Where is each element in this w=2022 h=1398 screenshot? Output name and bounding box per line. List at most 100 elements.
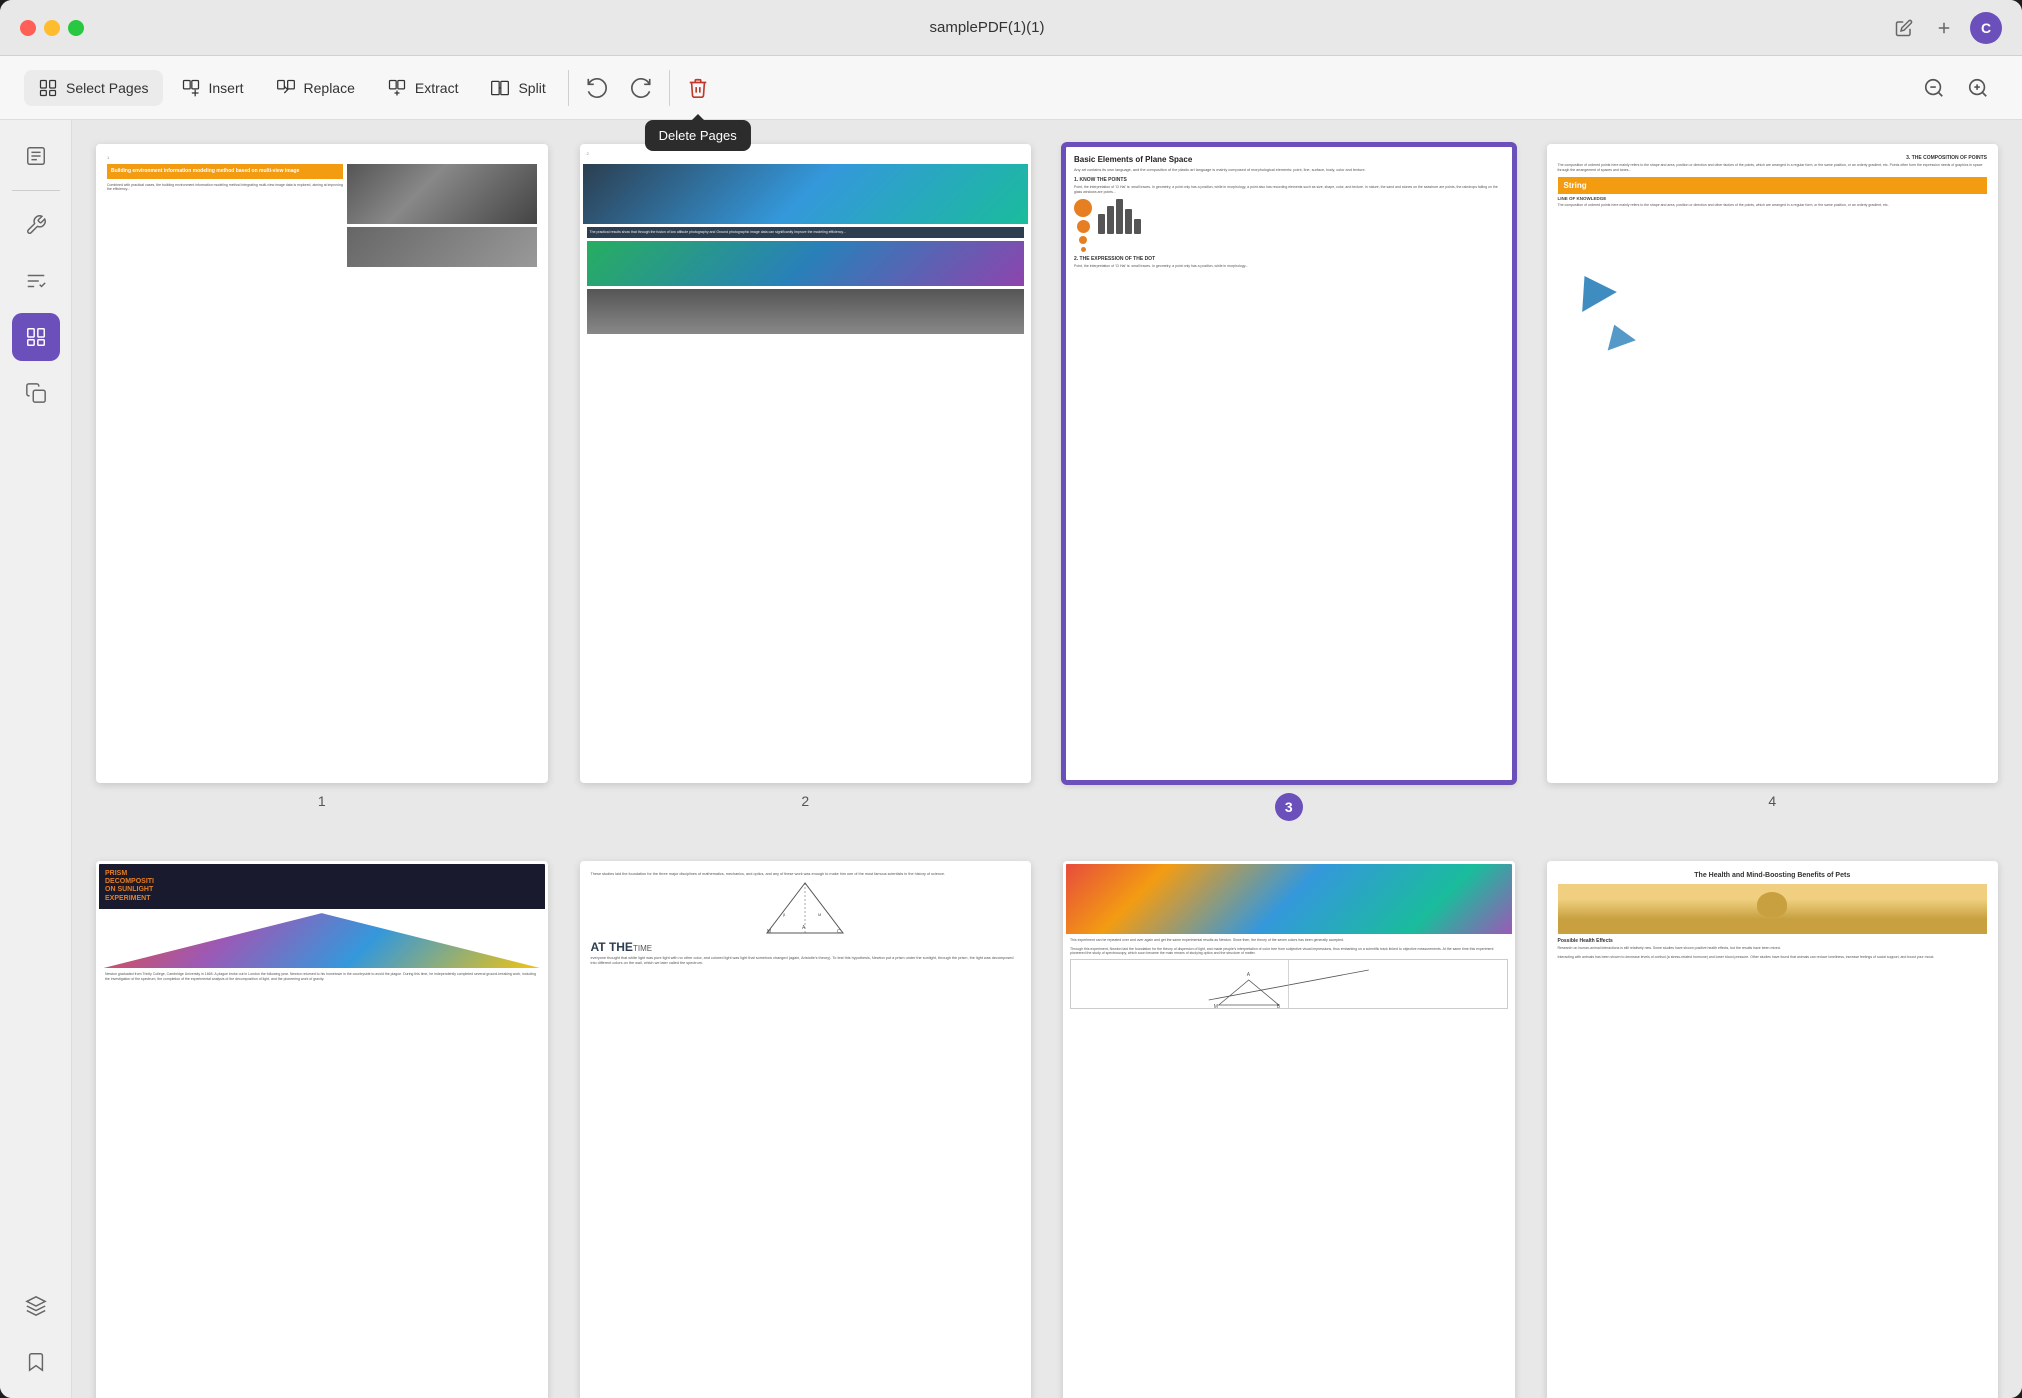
page-item-1[interactable]: 1 Building environment information model… [96,144,548,821]
page4-orange-title: String [1558,177,1988,194]
page-number-4: 4 [1768,793,1776,809]
page2-inner: 2 The practical results show that throug… [583,147,1029,780]
page-item-4[interactable]: 3. THE COMPOSITION OF POINTS The composi… [1547,144,1999,821]
insert-button[interactable]: Insert [167,70,258,106]
page-number-badge-3: 3 [1275,793,1303,821]
page7-text1: This experiment can be repeated over and… [1066,934,1512,947]
page4-sec: 3. THE COMPOSITION OF POINTS [1558,155,1988,161]
page7-diagram: M A B [1071,960,1507,1009]
page-thumb-1[interactable]: 1 Building environment information model… [96,144,548,783]
page8-title: The Health and Mind-Boosting Benefits of… [1558,872,1988,880]
plus-icon [1935,19,1953,37]
page3-title: Basic Elements of Plane Space [1074,155,1504,165]
select-pages-button[interactable]: Select Pages [24,70,163,106]
pages-content[interactable]: 1 Building environment information model… [72,120,2022,1398]
pages-grid: 1 Building environment information model… [96,144,1998,1398]
page1-header: 1 [107,155,537,160]
sidebar-item-layers[interactable] [12,1282,60,1330]
app-window: samplePDF(1)(1) C [0,0,2022,1398]
delete-pages-button[interactable] [678,68,718,108]
page4-line-label: LINE OF KNOWLEDGE [1558,196,1988,201]
sidebar-item-bookmark[interactable] [12,1338,60,1386]
layers-icon [25,1295,47,1317]
traffic-lights [20,20,84,36]
svg-text:M: M [767,929,771,935]
page-thumb-4[interactable]: 3. THE COMPOSITION OF POINTS The composi… [1547,144,1999,783]
page6-at-title: AT THETIME [591,940,1021,954]
svg-text:β: β [783,912,786,917]
page-item-8[interactable]: The Health and Mind-Boosting Benefits of… [1547,861,1999,1398]
extract-icon [387,78,407,98]
rotate-left-button[interactable] [577,68,617,108]
page6-intro: These studies laid the foundation for th… [591,872,1021,877]
separator-2 [669,70,670,106]
page7-inner: This experiment can be repeated over and… [1066,864,1512,1398]
page3-sec1: 1. KNOW THE POINTS [1074,177,1504,183]
page-item-3[interactable]: Basic Elements of Plane Space Any art co… [1063,144,1515,821]
svg-text:M: M [1214,1004,1218,1009]
page8-sec1: Possible Health Effects [1558,938,1988,944]
page4-body2: The composition of ordered points here m… [1558,203,1988,208]
page6-inner: These studies laid the foundation for th… [583,864,1029,1398]
page-item-7[interactable]: This experiment can be repeated over and… [1063,861,1515,1398]
page7-text2: Through this experiment, Newton laid the… [1066,947,1512,960]
copy-icon [25,382,47,404]
sidebar-item-pages[interactable] [12,132,60,180]
page-item-6[interactable]: These studies laid the foundation for th… [580,861,1032,1398]
trash-icon [687,77,709,99]
close-button[interactable] [20,20,36,36]
rotate-right-icon [630,77,652,99]
page-thumb-6[interactable]: These studies laid the foundation for th… [580,861,1032,1398]
extract-button[interactable]: Extract [373,70,473,106]
select-pages-icon [38,78,58,98]
page6-at-body: everyone thought that white light was pu… [591,956,1021,967]
sidebar-item-tools[interactable] [12,201,60,249]
page4-body: The composition of ordered points here m… [1558,163,1988,173]
sidebar-item-edit[interactable] [12,257,60,305]
page3-intro: Any art contains its own language, and t… [1074,168,1504,173]
svg-text:M: M [818,912,821,917]
split-button[interactable]: Split [476,70,559,106]
svg-text:B: B [1277,1004,1281,1009]
bookmark-icon [25,1351,47,1373]
page2-header: 2 [583,147,1029,160]
sidebar [0,120,72,1398]
page5-inner: PRISMDECOMPOSITION SUNLIGHTEXPERIMENT Ne… [99,864,545,1398]
page-number-1: 1 [318,793,326,809]
insert-icon [181,78,201,98]
pencil-icon [1895,19,1913,37]
fullscreen-button[interactable] [68,20,84,36]
page2-text: The practical results show that through … [587,227,1025,238]
page-item-2[interactable]: 2 The practical results show that throug… [580,144,1032,821]
zoom-in-button[interactable] [1958,68,1998,108]
sidebar-item-copy[interactable] [12,369,60,417]
rotate-left-icon [586,77,608,99]
page-thumb-5[interactable]: PRISMDECOMPOSITION SUNLIGHTEXPERIMENT Ne… [96,861,548,1398]
user-avatar[interactable]: C [1970,12,2002,44]
page3-body2: Point, the interpretation of 'Ci Hai' is… [1074,264,1504,269]
split-icon [490,78,510,98]
page5-text: Newton graduated from Trinity College, C… [99,972,545,986]
zoom-in-icon [1967,77,1989,99]
edit-icon[interactable] [1890,14,1918,42]
minimize-button[interactable] [44,20,60,36]
sidebar-item-select[interactable] [12,313,60,361]
page3-sec2: 2. THE EXPRESSION OF THE DOT [1074,256,1504,262]
rotate-right-button[interactable] [621,68,661,108]
page-thumb-3[interactable]: Basic Elements of Plane Space Any art co… [1063,144,1515,783]
svg-text:A: A [802,925,806,931]
main-layout: 1 Building environment information model… [0,120,2022,1398]
zoom-out-button[interactable] [1914,68,1954,108]
page-thumb-2[interactable]: 2 The practical results show that throug… [580,144,1032,783]
page8-body1: Research on human-animal interactions is… [1558,946,1988,951]
page4-inner: 3. THE COMPOSITION OF POINTS The composi… [1550,147,1996,780]
replace-button[interactable]: Replace [262,70,369,106]
sidebar-sep [12,190,60,191]
zoom-out-icon [1923,77,1945,99]
edit-list-icon [25,270,47,292]
page-item-5[interactable]: PRISMDECOMPOSITION SUNLIGHTEXPERIMENT Ne… [96,861,548,1398]
page-thumb-8[interactable]: The Health and Mind-Boosting Benefits of… [1547,861,1999,1398]
add-tab-button[interactable] [1930,14,1958,42]
replace-icon [276,78,296,98]
page-thumb-7[interactable]: This experiment can be repeated over and… [1063,861,1515,1398]
